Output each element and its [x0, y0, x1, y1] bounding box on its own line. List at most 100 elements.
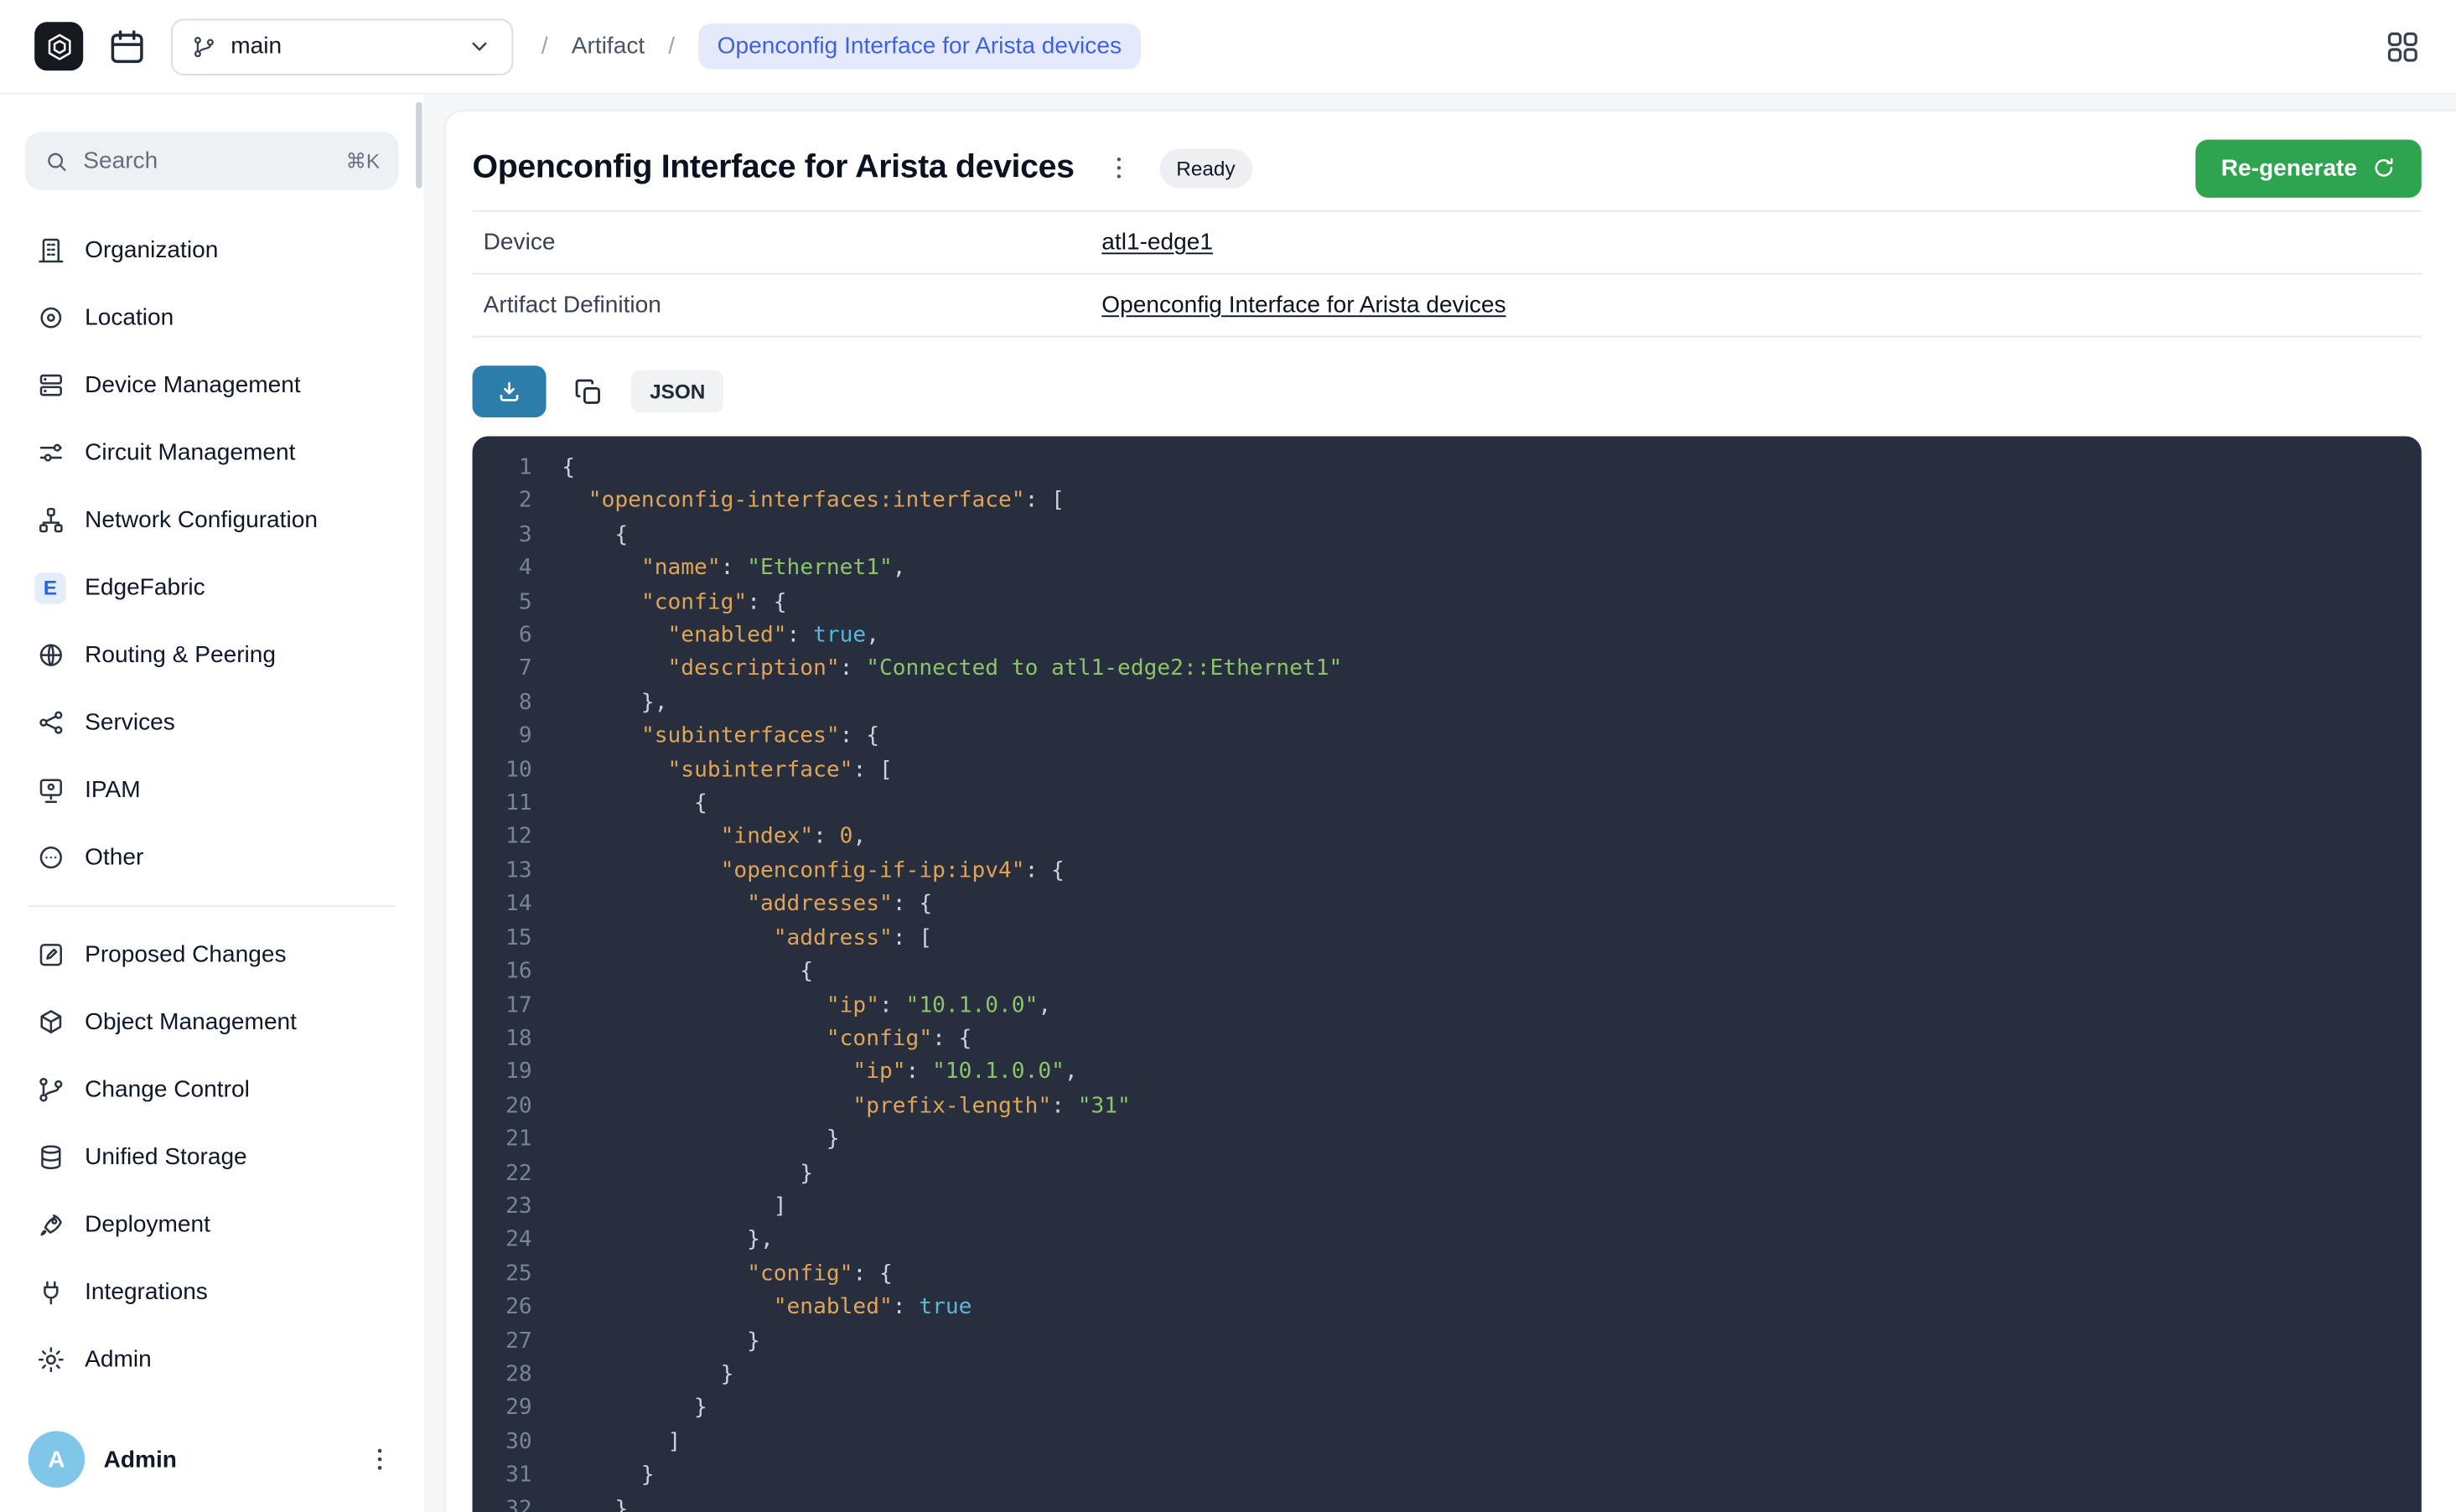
copy-icon: [573, 375, 604, 406]
line-number: 12: [491, 821, 532, 855]
code-line-text: "openconfig-interfaces:interface": [: [532, 485, 1065, 519]
sidebar-item-device-management[interactable]: Device Management: [25, 351, 399, 419]
sidebar-item-label: Circuit Management: [85, 439, 295, 466]
user-menu-button[interactable]: [364, 1443, 395, 1474]
sidebar-item-circuit-management[interactable]: Circuit Management: [25, 419, 399, 487]
code-line: 11 {: [491, 788, 2422, 821]
code-line: 3 {: [491, 519, 2422, 552]
sidebar-item-location[interactable]: Location: [25, 284, 399, 352]
code-line-text: ]: [532, 1191, 787, 1225]
field-row-device: Device atl1-edge1: [473, 212, 2422, 275]
line-number: 3: [491, 519, 532, 552]
code-line-text: ]: [532, 1426, 681, 1459]
breadcrumb-separator: /: [668, 33, 675, 60]
sidebar-divider: [28, 905, 396, 907]
code-line: 13 "openconfig-if-ip:ipv4": {: [491, 855, 2422, 888]
edgefabric-icon: E: [34, 572, 65, 603]
code-block[interactable]: 1{2 "openconfig-interfaces:interface": […: [473, 436, 2422, 1512]
code-line: 27 }: [491, 1325, 2422, 1359]
sidebar-item-network-configuration[interactable]: Network Configuration: [25, 486, 399, 554]
other-icon: [34, 841, 65, 873]
code-line: 7 "description": "Connected to atl1-edge…: [491, 654, 2422, 687]
sidebar-item-label: Admin: [85, 1346, 152, 1373]
breadcrumb-item-current[interactable]: Openconfig Interface for Arista devices: [698, 23, 1140, 69]
field-label: Artifact Definition: [473, 292, 1102, 318]
sidebar-item-routing-peering[interactable]: Routing & Peering: [25, 621, 399, 689]
code-content: 1{2 "openconfig-interfaces:interface": […: [491, 452, 2422, 1512]
line-number: 10: [491, 754, 532, 788]
line-number: 23: [491, 1191, 532, 1225]
sidebar-item-unified-storage[interactable]: Unified Storage: [25, 1123, 399, 1191]
sidebar-item-label: Location: [85, 304, 174, 331]
sidebar-item-edgefabric[interactable]: EEdgeFabric: [25, 554, 399, 622]
app-logo[interactable]: [34, 22, 83, 70]
field-value-link[interactable]: Openconfig Interface for Arista devices: [1101, 292, 1505, 318]
sidebar-item-label: Services: [85, 709, 175, 736]
calendar-icon-button[interactable]: [104, 23, 151, 70]
search-input[interactable]: Search ⌘K: [25, 132, 399, 189]
line-number: 19: [491, 1057, 532, 1090]
status-badge: Ready: [1159, 148, 1253, 188]
regenerate-button[interactable]: Re-generate: [2196, 139, 2422, 197]
sidebar-item-object-management[interactable]: Object Management: [25, 988, 399, 1056]
code-line-text: "ip": "10.1.0.0",: [532, 1057, 1078, 1090]
line-number: 28: [491, 1359, 532, 1392]
sidebar-item-label: Deployment: [85, 1211, 210, 1238]
sidebar-item-ipam[interactable]: IPAM: [25, 756, 399, 824]
sidebar-item-deployment[interactable]: Deployment: [25, 1191, 399, 1259]
line-number: 5: [491, 587, 532, 620]
code-line-text: {: [532, 788, 707, 821]
sidebar-item-integrations[interactable]: Integrations: [25, 1259, 399, 1327]
line-number: 17: [491, 989, 532, 1023]
code-line-text: "subinterface": [: [532, 754, 893, 788]
code-line: 12 "index": 0,: [491, 821, 2422, 855]
sidebar-item-label: Object Management: [85, 1009, 297, 1036]
circuit-management-icon: [34, 437, 65, 468]
routing-peering-icon: [34, 639, 65, 671]
code-line: 26 "enabled": true: [491, 1292, 2422, 1325]
code-line-text: "name": "Ethernet1",: [532, 552, 906, 586]
code-line: 29 }: [491, 1392, 2422, 1426]
breadcrumb-item-artifact[interactable]: Artifact: [572, 33, 645, 60]
line-number: 11: [491, 788, 532, 821]
field-value-link[interactable]: atl1-edge1: [1101, 229, 1213, 256]
sidebar-item-admin[interactable]: Admin: [25, 1326, 399, 1394]
sidebar-item-services[interactable]: Services: [25, 689, 399, 757]
line-number: 25: [491, 1258, 532, 1292]
sidebar-scrollbar-thumb[interactable]: [416, 102, 422, 189]
organization-icon: [34, 235, 65, 266]
code-line-text: "enabled": true,: [532, 620, 879, 654]
avatar[interactable]: A: [28, 1431, 85, 1487]
apps-grid-icon-button[interactable]: [2384, 28, 2422, 65]
sidebar-item-label: Other: [85, 844, 143, 871]
code-line-text: "address": [: [532, 922, 932, 955]
download-icon: [496, 378, 523, 405]
line-number: 32: [491, 1494, 532, 1512]
title-menu-button[interactable]: [1102, 153, 1133, 184]
sidebar-item-label: Proposed Changes: [85, 941, 286, 968]
apps-grid-icon: [2384, 28, 2422, 65]
copy-button[interactable]: [570, 373, 608, 411]
main-wrap: Openconfig Interface for Arista devices …: [423, 94, 2455, 1512]
topbar: main / Artifact / Openconfig Interface f…: [0, 0, 2456, 94]
code-line: 32 },: [491, 1494, 2422, 1512]
code-line: 18 "config": {: [491, 1023, 2422, 1056]
fields-table: Device atl1-edge1 Artifact Definition Op…: [473, 210, 2422, 338]
code-line: 21 }: [491, 1124, 2422, 1157]
download-button[interactable]: [473, 365, 547, 417]
line-number: 22: [491, 1157, 532, 1191]
branch-selector[interactable]: main: [171, 18, 513, 75]
code-line-text: }: [532, 1325, 760, 1359]
sidebar-item-proposed-changes[interactable]: Proposed Changes: [25, 921, 399, 989]
code-line-text: },: [532, 1225, 774, 1258]
integrations-icon: [34, 1276, 65, 1307]
kebab-icon: [1102, 153, 1133, 184]
code-line: 2 "openconfig-interfaces:interface": [: [491, 485, 2422, 519]
sidebar-item-change-control[interactable]: Change Control: [25, 1056, 399, 1124]
calendar-icon: [106, 26, 148, 67]
format-badge-json: JSON: [631, 370, 724, 413]
sidebar-item-organization[interactable]: Organization: [25, 216, 399, 284]
sidebar-item-other[interactable]: Other: [25, 824, 399, 892]
code-line: 24 },: [491, 1225, 2422, 1258]
page-title: Openconfig Interface for Arista devices: [473, 149, 1075, 187]
